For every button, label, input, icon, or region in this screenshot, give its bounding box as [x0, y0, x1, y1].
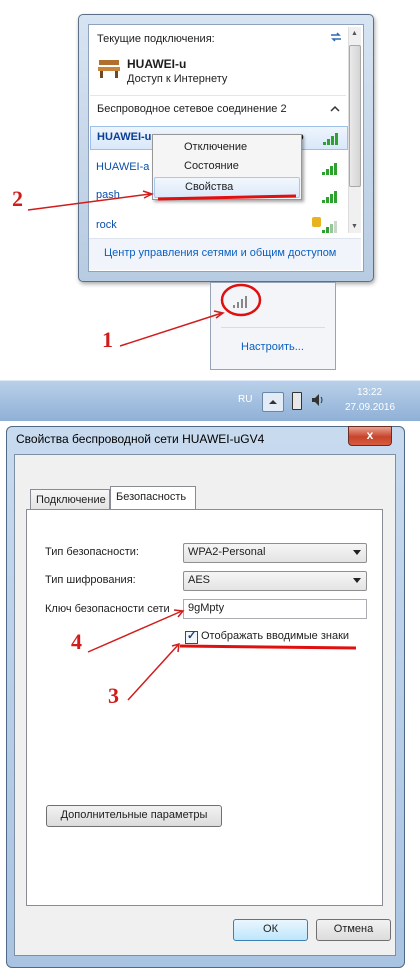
annotation-overlay — [27, 190, 357, 701]
annotation-2: 2 — [12, 186, 23, 211]
annotation-4: 4 — [71, 629, 82, 654]
annotation-1: 1 — [102, 327, 113, 352]
annotation-3: 3 — [108, 683, 119, 708]
